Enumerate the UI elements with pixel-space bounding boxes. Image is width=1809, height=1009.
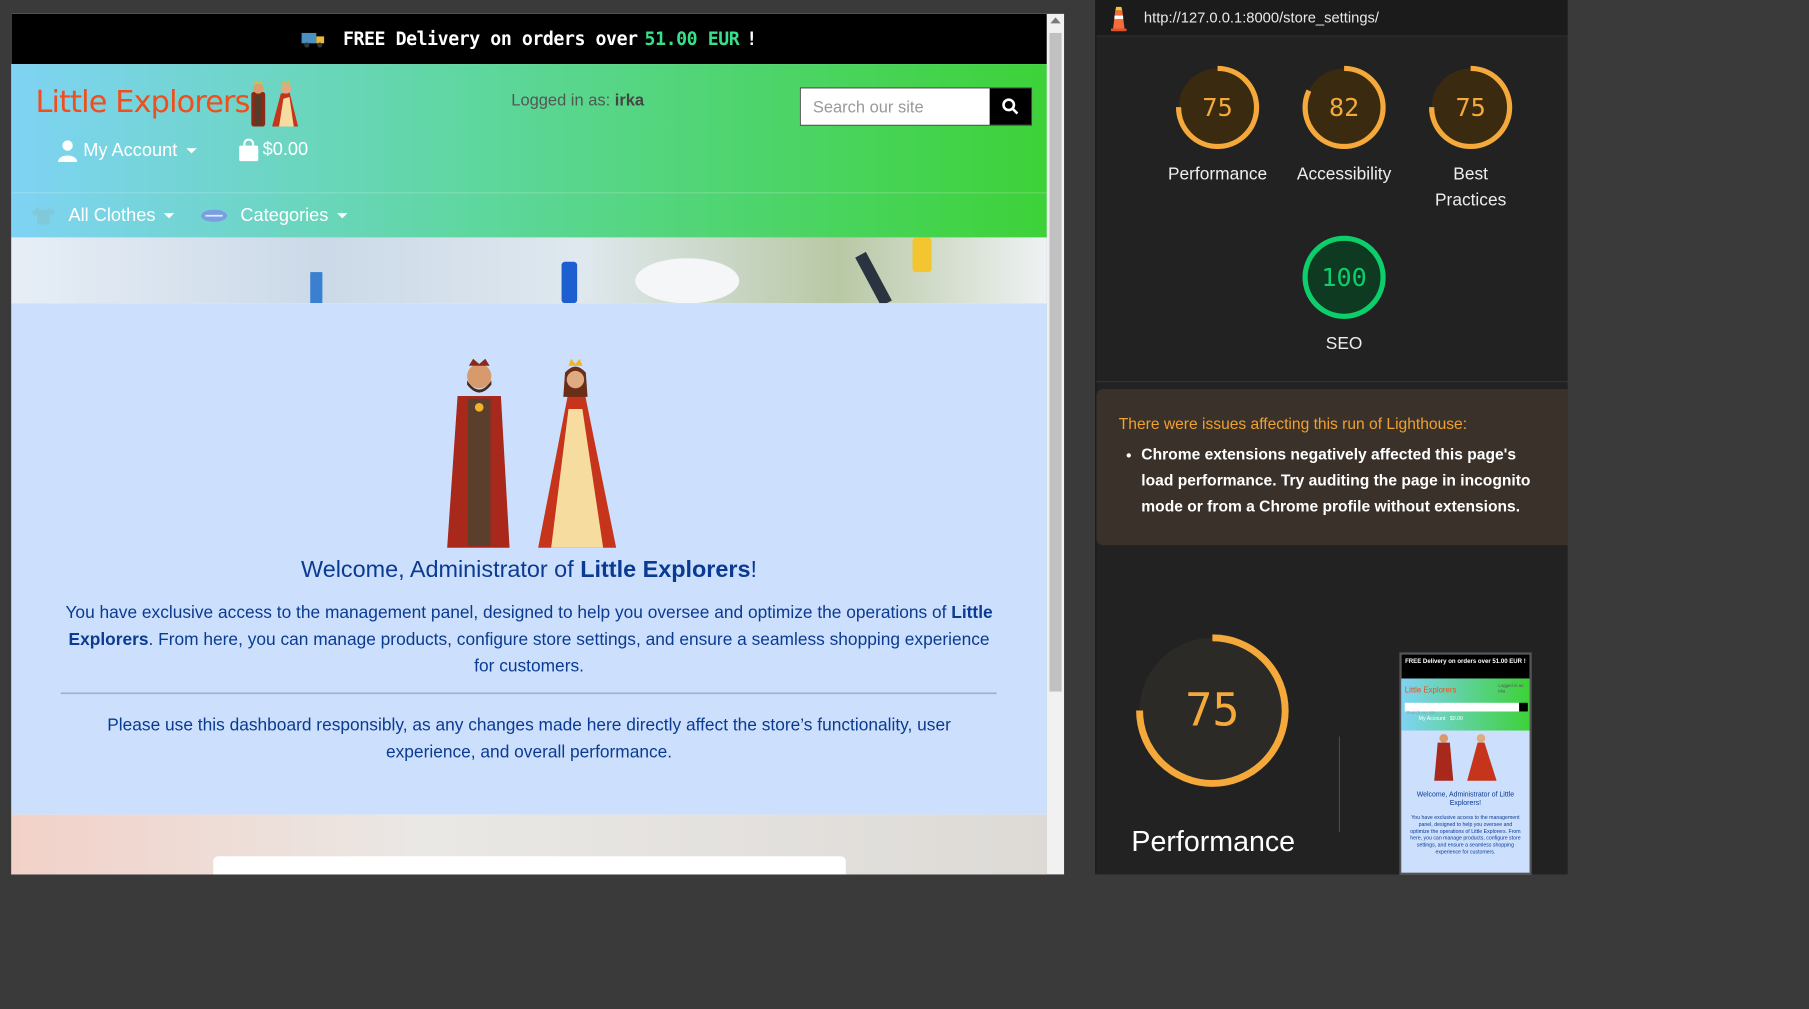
score-gauge[interactable]: 82 Accessibility — [1297, 64, 1391, 184]
thumb-logo: Little Explorers — [1404, 685, 1457, 695]
nav-all-clothes-label: All Clothes — [68, 204, 156, 225]
admin-welcome-panel: Welcome, Administrator of Little Explore… — [11, 303, 1047, 815]
nav-categories[interactable]: Categories — [201, 205, 348, 226]
my-account-menu[interactable]: My Account — [57, 140, 197, 163]
score-gauge[interactable]: 100 SEO — [1301, 234, 1388, 354]
site-header: Little Explorers Logged in as: irka Sear… — [11, 64, 1047, 238]
cart-total: $0.00 — [262, 139, 309, 160]
page-scrollbar[interactable] — [1046, 13, 1065, 875]
banner-amount: 51.00 EUR — [644, 28, 740, 50]
score-label: Accessibility — [1296, 164, 1392, 184]
logged-in-user: irka — [614, 91, 645, 111]
categories-icon — [201, 209, 228, 222]
thumb-account: My Account $0.00 — [1418, 716, 1463, 722]
scroll-up-arrow-icon[interactable] — [1050, 17, 1061, 24]
my-account-label: My Account — [83, 140, 178, 161]
lighthouse-url-bar: http://127.0.0.1:8000/store_settings/ — [1096, 0, 1568, 37]
lighthouse-icon — [1110, 6, 1127, 31]
logged-in-label: Logged in as: — [511, 91, 611, 111]
welcome-warning-text: Please use this dashboard responsibly, a… — [107, 715, 951, 762]
search-icon — [1002, 98, 1019, 115]
window-gap — [1064, 0, 1096, 875]
thumb-illustration — [1434, 734, 1497, 781]
banner-exclaim: ! — [746, 28, 757, 50]
search-button[interactable] — [989, 88, 1032, 125]
truck-icon — [301, 31, 325, 48]
user-icon — [58, 140, 78, 163]
cart-link[interactable]: $0.00 — [238, 138, 309, 162]
search-input[interactable]: Search our site — [801, 88, 990, 124]
divider — [1096, 381, 1568, 383]
thumb-welcome: Welcome, Administrator of Little Explore… — [1416, 790, 1515, 807]
site-search: Search our site — [799, 87, 1033, 126]
nav-categories-label: Categories — [240, 204, 329, 225]
hero-image-bottom — [11, 814, 1047, 875]
chevron-down-icon — [337, 212, 348, 218]
lighthouse-warning: There were issues affecting this run of … — [1096, 389, 1568, 546]
divider — [1338, 736, 1340, 832]
settings-card — [213, 856, 846, 875]
chevron-down-icon — [185, 148, 197, 154]
thumb-logged: Logged in as: irka — [1498, 683, 1525, 695]
score-value: 75 — [1455, 92, 1486, 123]
audited-url[interactable]: http://127.0.0.1:8000/store_settings/ — [1144, 9, 1379, 26]
delivery-banner: FREE Delivery on orders over 51.00 EUR ! — [11, 13, 1047, 65]
divider — [60, 692, 997, 695]
thumb-search: Search our site — [1404, 702, 1520, 716]
store-page: FREE Delivery on orders over 51.00 EUR !… — [11, 13, 1047, 875]
warning-title: There were issues affecting this run of … — [1118, 415, 1468, 433]
score-gauge[interactable]: 75 Performance — [1168, 64, 1267, 184]
logged-in-status: Logged in as: irka — [511, 92, 644, 111]
clothespins-image — [310, 237, 932, 304]
site-logo[interactable]: Little Explorers — [36, 85, 251, 120]
thumb-body: You have exclusive access to the managem… — [1410, 815, 1521, 856]
lighthouse-panel: http://127.0.0.1:8000/store_settings/ 75… — [1095, 0, 1568, 875]
scrollbar-thumb[interactable] — [1049, 32, 1062, 692]
score-value: 82 — [1328, 92, 1360, 123]
king-queen-illustration — [447, 358, 617, 548]
nav-all-clothes[interactable]: All Clothes — [29, 205, 175, 226]
performance-big-label: Performance — [1131, 825, 1296, 858]
thumb-search-button — [1519, 702, 1528, 712]
performance-big-score: 75 — [1185, 684, 1240, 737]
shopping-bag-icon — [239, 138, 259, 162]
thumb-banner: FREE Delivery on orders over 51.00 EUR ! — [1401, 654, 1530, 679]
hero-image-top — [11, 237, 1047, 304]
king-queen-logo-icon — [251, 80, 299, 127]
warning-item: Chrome extensions negatively affected th… — [1141, 441, 1548, 519]
chevron-down-icon — [164, 212, 175, 218]
welcome-intro-text: You have exclusive access to the managem… — [65, 603, 993, 676]
shirt-icon — [32, 207, 55, 225]
banner-text: FREE Delivery on orders over — [342, 28, 638, 50]
score-label: Best Practices — [1434, 164, 1507, 210]
score-gauge[interactable]: 75 Best Practices — [1427, 64, 1514, 210]
main-nav: All Clothes Categories — [11, 192, 1047, 237]
page-screenshot-thumbnail[interactable]: FREE Delivery on orders over 51.00 EUR !… — [1399, 652, 1532, 875]
score-value: 100 — [1321, 262, 1367, 293]
welcome-heading: Welcome, Administrator of Little Explore… — [301, 556, 758, 583]
score-label: SEO — [1325, 334, 1363, 354]
score-value: 75 — [1202, 92, 1233, 123]
